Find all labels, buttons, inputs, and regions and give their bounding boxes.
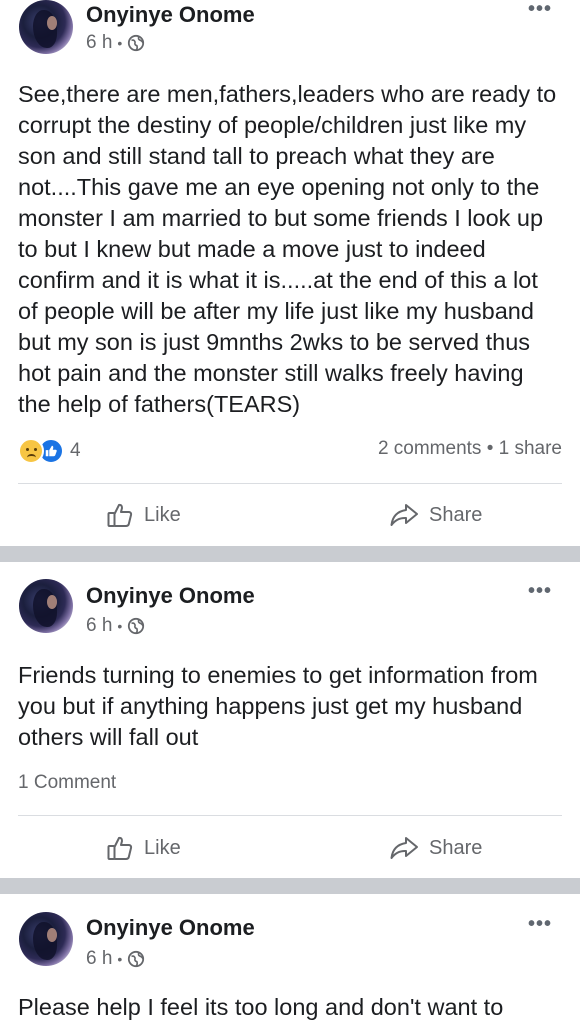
- post-stats: 4 2 comments • 1 share: [18, 438, 562, 468]
- post-time[interactable]: 6 h: [86, 948, 112, 970]
- reactions-summary[interactable]: 4: [18, 438, 81, 464]
- post-body: Friends turning to enemies to get inform…: [18, 662, 538, 750]
- post-meta: 6 h •: [86, 615, 145, 637]
- feed-separator: [0, 546, 580, 562]
- author-name[interactable]: Onyinye Onome: [86, 583, 255, 609]
- like-label: Like: [144, 503, 181, 526]
- post-3: Onyinye Onome 6 h • ••• Please help I fe…: [0, 894, 580, 1024]
- globe-icon: [128, 950, 145, 968]
- post-body: See,there are men,fathers,leaders who ar…: [18, 81, 557, 417]
- post-time[interactable]: 6 h: [86, 615, 112, 637]
- like-label: Like: [144, 836, 181, 859]
- post-2: Onyinye Onome 6 h • ••• Friends turning …: [0, 562, 580, 878]
- like-button[interactable]: Like: [106, 818, 181, 878]
- meta-separator: •: [117, 35, 123, 51]
- comment-count[interactable]: 1 Comment: [18, 772, 116, 794]
- sad-reaction-icon: [18, 438, 44, 464]
- divider: [18, 483, 562, 484]
- author-avatar[interactable]: [19, 912, 73, 966]
- globe-icon: [128, 617, 145, 635]
- share-label: Share: [429, 836, 483, 859]
- comments-shares-count[interactable]: 2 comments • 1 share: [378, 438, 562, 460]
- more-options-icon[interactable]: •••: [528, 581, 552, 601]
- thumbs-up-icon: [107, 836, 133, 860]
- more-options-icon[interactable]: •••: [528, 914, 552, 934]
- divider: [18, 815, 562, 816]
- reaction-count: 4: [70, 440, 81, 461]
- post-actions: Like Share: [0, 818, 580, 878]
- like-button[interactable]: Like: [106, 485, 181, 545]
- post-meta: 6 h •: [86, 948, 145, 970]
- post-stats: 1 Comment: [18, 772, 562, 802]
- feed-separator: [0, 878, 580, 894]
- globe-icon: [128, 34, 145, 52]
- meta-separator: •: [117, 618, 123, 634]
- author-name[interactable]: Onyinye Onome: [86, 915, 255, 941]
- post-meta: 6 h •: [86, 32, 145, 54]
- thumbs-up-icon: [107, 503, 133, 527]
- author-avatar[interactable]: [19, 579, 73, 633]
- author-name[interactable]: Onyinye Onome: [86, 2, 255, 28]
- share-label: Share: [429, 503, 483, 526]
- share-button[interactable]: Share: [389, 818, 482, 878]
- meta-separator: •: [117, 951, 123, 967]
- post-body: Please help I feel its too long and don'…: [18, 994, 504, 1020]
- share-button[interactable]: Share: [389, 485, 482, 545]
- share-arrow-icon: [390, 504, 418, 526]
- post-1: Onyinye Onome 6 h • ••• See,there are me…: [0, 0, 580, 546]
- author-avatar[interactable]: [19, 0, 73, 54]
- post-time[interactable]: 6 h: [86, 32, 112, 54]
- post-actions: Like Share: [0, 485, 580, 545]
- share-arrow-icon: [390, 837, 418, 859]
- more-options-icon[interactable]: •••: [528, 0, 552, 19]
